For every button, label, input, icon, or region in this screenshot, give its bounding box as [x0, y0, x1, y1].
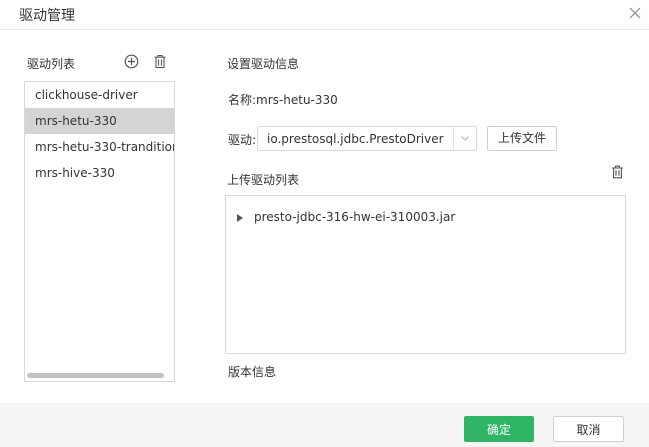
upload-driver-list-title: 上传驱动列表 — [227, 173, 300, 187]
ok-button[interactable]: 确定 — [464, 416, 534, 442]
name-value: mrs-hetu-330 — [256, 93, 338, 107]
driver-list-item[interactable]: mrs-hetu-330-tranditional — [25, 134, 174, 160]
version-info-title: 版本信息 — [228, 365, 277, 379]
driver-label: 驱动: — [228, 133, 257, 147]
driver-list-item-selected[interactable]: mrs-hetu-330 — [25, 108, 174, 134]
name-label: 名称: — [228, 93, 257, 107]
driver-select[interactable]: io.prestosql.jdbc.PrestoDriver — [257, 126, 477, 151]
dialog-title: 驱动管理 — [19, 8, 75, 24]
upload-file-button[interactable]: 上传文件 — [487, 126, 557, 151]
cancel-button[interactable]: 取消 — [553, 416, 624, 442]
dialog-titlebar: 驱动管理 — [0, 0, 649, 30]
driver-list-item[interactable]: clickhouse-driver — [25, 82, 174, 108]
horizontal-scrollbar[interactable] — [27, 373, 164, 378]
driver-list-title: 驱动列表 — [27, 57, 76, 71]
chevron-down-icon — [461, 136, 469, 141]
uploaded-file-item[interactable]: presto-jdbc-316-hw-ei-310003.jar — [254, 210, 455, 224]
dropdown-toggle[interactable] — [453, 127, 476, 150]
driver-select-value: io.prestosql.jdbc.PrestoDriver — [267, 132, 444, 146]
trash-icon[interactable] — [153, 54, 167, 69]
uploaded-file-list: presto-jdbc-316-hw-ei-310003.jar — [225, 195, 626, 354]
driver-list[interactable]: clickhouse-driver mrs-hetu-330 mrs-hetu-… — [24, 81, 175, 382]
name-row: 名称:mrs-hetu-330 — [228, 91, 338, 108]
driver-info-title: 设置驱动信息 — [227, 57, 300, 71]
trash-icon[interactable] — [611, 165, 624, 179]
caret-right-icon[interactable] — [237, 214, 243, 222]
close-icon[interactable] — [628, 6, 642, 20]
dialog-footer — [0, 403, 649, 447]
add-circle-icon[interactable] — [124, 54, 139, 69]
driver-list-item[interactable]: mrs-hive-330 — [25, 160, 174, 186]
